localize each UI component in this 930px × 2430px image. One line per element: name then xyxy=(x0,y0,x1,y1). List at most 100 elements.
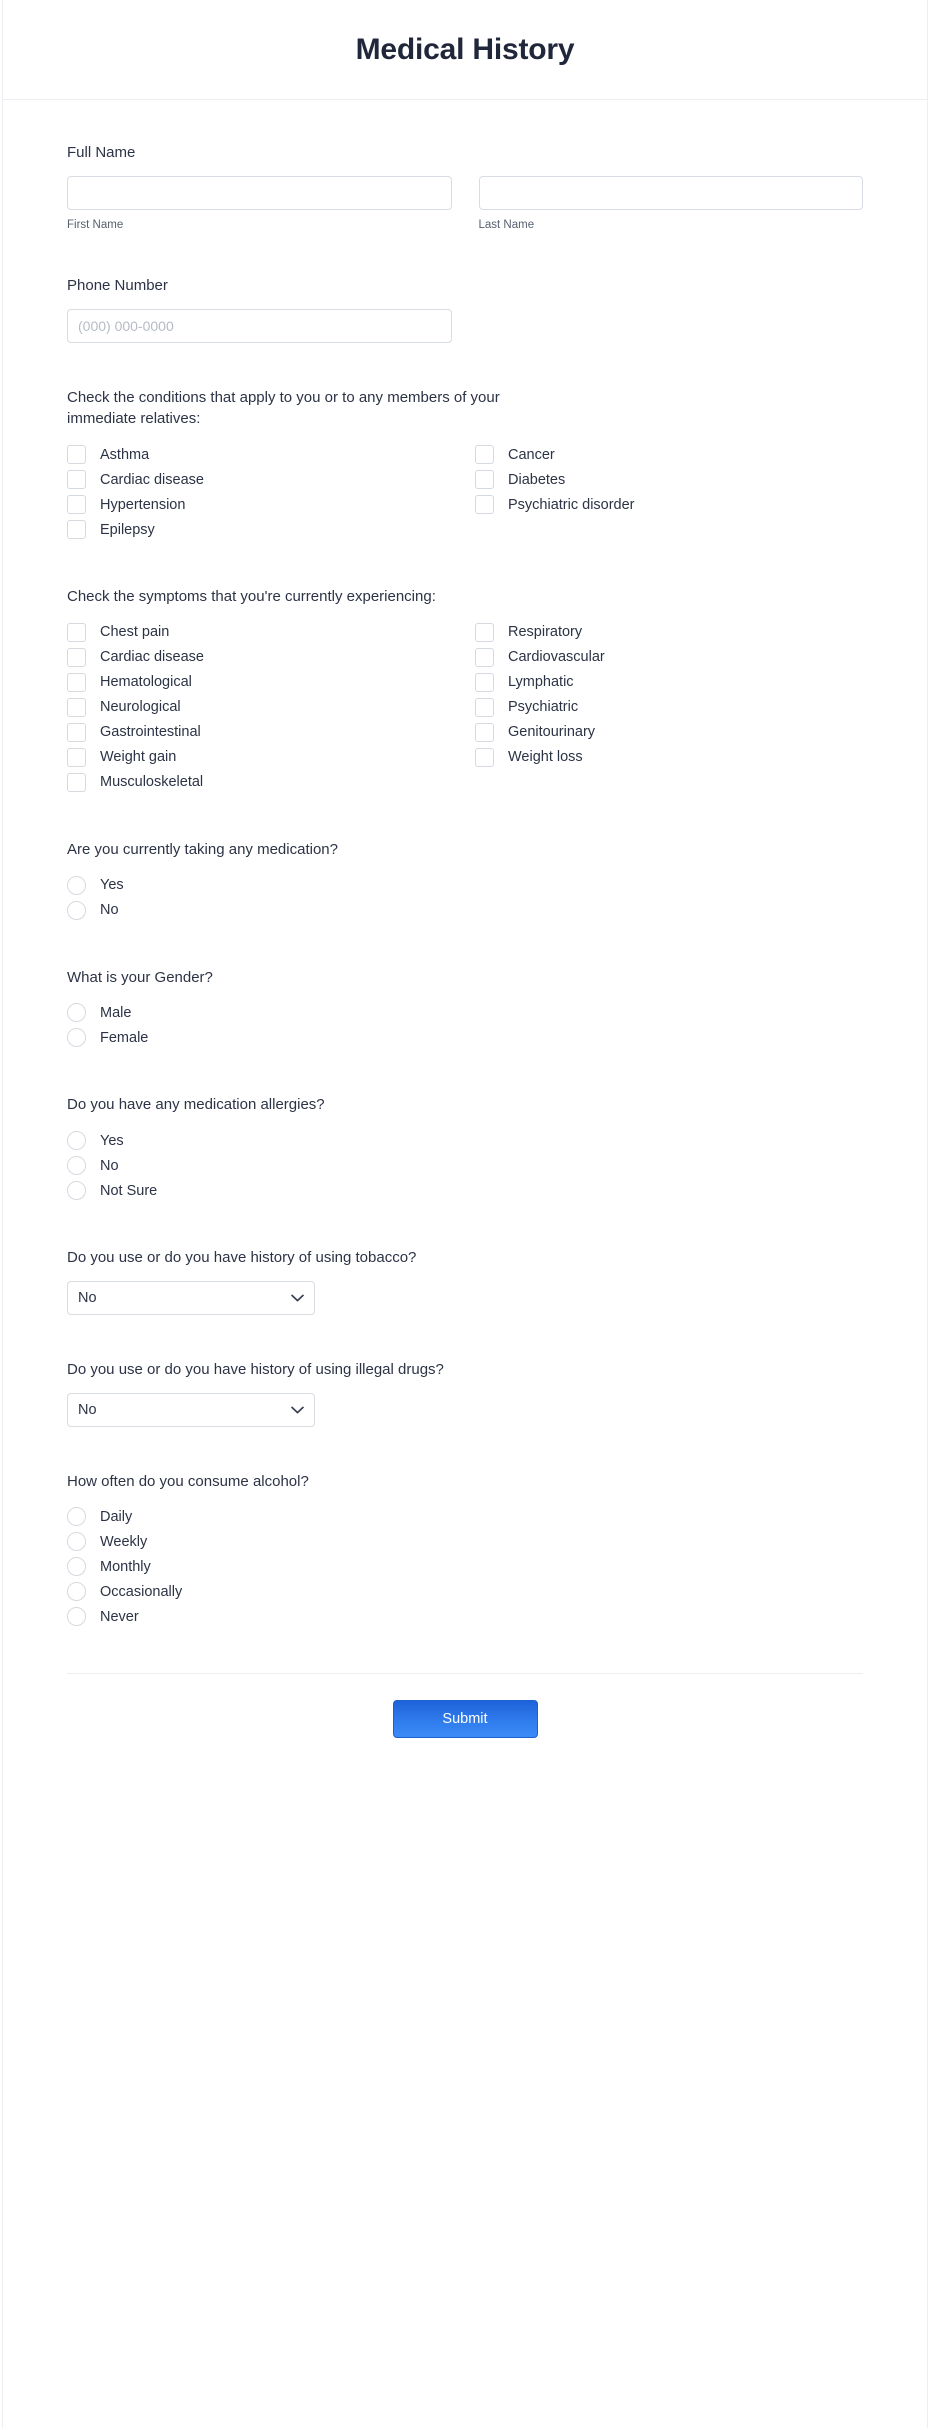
checkbox-icon[interactable] xyxy=(67,697,86,717)
first-name-column: First Name xyxy=(67,175,452,231)
drugs-label: Do you use or do you have history of usi… xyxy=(67,1360,444,1378)
tobacco-select-wrap[interactable]: No xyxy=(67,1280,315,1315)
checkbox-icon[interactable] xyxy=(475,747,494,767)
checkbox-icon[interactable] xyxy=(67,772,86,792)
radio-icon[interactable] xyxy=(67,1181,86,1200)
checkbox-icon[interactable] xyxy=(475,495,494,514)
medication-label: Are you currently taking any medication? xyxy=(67,840,338,858)
checkbox-option[interactable]: Cancer xyxy=(475,442,863,467)
last-name-input[interactable] xyxy=(478,175,863,210)
checkbox-label: Asthma xyxy=(100,446,150,463)
checkbox-option[interactable]: Cardiac disease xyxy=(67,645,475,670)
checkbox-option[interactable]: Hypertension xyxy=(67,492,475,517)
checkbox-option[interactable]: Cardiac disease xyxy=(67,467,475,492)
medication-radio-list: Yes No xyxy=(67,873,863,923)
checkbox-label: Musculoskeletal xyxy=(100,774,204,791)
checkbox-label: Neurological xyxy=(100,699,181,716)
checkbox-label: Weight loss xyxy=(508,749,583,766)
checkbox-icon[interactable] xyxy=(475,722,494,742)
radio-option[interactable]: Not Sure xyxy=(67,1178,863,1203)
radio-icon[interactable] xyxy=(67,1028,86,1048)
checkbox-option[interactable]: Lymphatic xyxy=(475,670,863,695)
checkbox-option[interactable]: Cardiovascular xyxy=(475,645,863,670)
radio-label: Daily xyxy=(100,1508,133,1525)
radio-icon[interactable] xyxy=(67,1532,86,1552)
checkbox-option[interactable]: Psychiatric disorder xyxy=(475,492,863,517)
drugs-select[interactable]: No xyxy=(67,1392,315,1427)
checkbox-option[interactable]: Musculoskeletal xyxy=(67,770,475,795)
checkbox-icon[interactable] xyxy=(475,647,494,667)
conditions-field-block: Check the conditions that apply to you o… xyxy=(67,387,863,543)
checkbox-icon[interactable] xyxy=(67,445,86,464)
radio-option[interactable]: No xyxy=(67,1153,863,1178)
symptoms-label: Check the symptoms that you're currently… xyxy=(67,588,436,605)
checkbox-icon[interactable] xyxy=(475,470,494,489)
radio-option[interactable]: Yes xyxy=(67,1128,863,1153)
checkbox-icon[interactable] xyxy=(67,622,86,642)
phone-input[interactable] xyxy=(67,308,452,343)
checkbox-icon[interactable] xyxy=(475,697,494,717)
radio-option[interactable]: Male xyxy=(67,1000,863,1025)
drugs-select-wrap[interactable]: No xyxy=(67,1392,315,1427)
conditions-right-column: Cancer Diabetes Psychiatric disorder xyxy=(475,442,863,542)
radio-icon[interactable] xyxy=(67,1003,86,1023)
alcohol-field-block: How often do you consume alcohol? Daily … xyxy=(67,1471,863,1630)
checkbox-label: Hypertension xyxy=(100,496,186,513)
radio-option[interactable]: Female xyxy=(67,1025,863,1050)
medical-history-form-card: Medical History Full Name First Name Las… xyxy=(2,0,928,2428)
radio-option[interactable]: Weekly xyxy=(67,1529,863,1554)
radio-icon[interactable] xyxy=(67,1507,86,1527)
radio-label: No xyxy=(100,902,119,918)
radio-icon[interactable] xyxy=(67,1557,86,1577)
radio-icon[interactable] xyxy=(67,1156,86,1175)
checkbox-icon[interactable] xyxy=(67,672,86,692)
radio-label: Weekly xyxy=(100,1533,148,1550)
checkbox-icon[interactable] xyxy=(475,445,494,464)
radio-icon[interactable] xyxy=(67,1582,86,1602)
radio-label: Male xyxy=(100,1004,132,1021)
first-name-input[interactable] xyxy=(67,175,452,210)
checkbox-icon[interactable] xyxy=(475,622,494,642)
checkbox-option[interactable]: Neurological xyxy=(67,695,475,720)
checkbox-icon[interactable] xyxy=(67,520,86,539)
alcohol-radio-list: Daily Weekly Monthly Occasionally Never xyxy=(67,1504,863,1629)
radio-icon[interactable] xyxy=(67,1607,86,1627)
radio-label: Yes xyxy=(100,877,124,893)
checkbox-option[interactable]: Epilepsy xyxy=(67,517,475,542)
checkbox-icon[interactable] xyxy=(67,747,86,767)
checkbox-label: Psychiatric xyxy=(508,699,579,716)
checkbox-option[interactable]: Hematological xyxy=(67,670,475,695)
checkbox-option[interactable]: Respiratory xyxy=(475,620,863,645)
radio-icon[interactable] xyxy=(67,875,86,895)
submit-button[interactable]: Submit xyxy=(392,1700,538,1739)
allergies-field-block: Do you have any medication allergies? Ye… xyxy=(67,1094,863,1203)
radio-option[interactable]: Never xyxy=(67,1604,863,1629)
radio-icon[interactable] xyxy=(67,900,86,920)
phone-label: Phone Number xyxy=(67,276,168,294)
checkbox-icon[interactable] xyxy=(67,470,86,489)
checkbox-option[interactable]: Asthma xyxy=(67,442,475,467)
checkbox-option[interactable]: Diabetes xyxy=(475,467,863,492)
checkbox-option[interactable]: Weight gain xyxy=(67,745,475,770)
radio-option[interactable]: Monthly xyxy=(67,1554,863,1579)
checkbox-icon[interactable] xyxy=(67,722,86,742)
checkbox-label: Respiratory xyxy=(508,624,583,641)
checkbox-option[interactable]: Chest pain xyxy=(67,620,475,645)
radio-option[interactable]: Yes xyxy=(67,873,863,898)
checkbox-label: Hematological xyxy=(100,674,192,691)
symptoms-left-column: Chest pain Cardiac disease Hematological… xyxy=(67,620,475,795)
radio-option[interactable]: Occasionally xyxy=(67,1579,863,1604)
checkbox-option[interactable]: Gastrointestinal xyxy=(67,720,475,745)
checkbox-icon[interactable] xyxy=(67,647,86,667)
checkbox-icon[interactable] xyxy=(475,672,494,692)
checkbox-icon[interactable] xyxy=(67,495,86,514)
checkbox-option[interactable]: Psychiatric xyxy=(475,695,863,720)
radio-label: Never xyxy=(100,1608,139,1625)
radio-icon[interactable] xyxy=(67,1131,86,1150)
radio-option[interactable]: Daily xyxy=(67,1504,863,1529)
tobacco-select[interactable]: No xyxy=(67,1280,315,1315)
radio-option[interactable]: No xyxy=(67,898,863,923)
symptoms-right-column: Respiratory Cardiovascular Lymphatic Psy… xyxy=(475,620,863,795)
checkbox-option[interactable]: Genitourinary xyxy=(475,720,863,745)
checkbox-option[interactable]: Weight loss xyxy=(475,745,863,770)
